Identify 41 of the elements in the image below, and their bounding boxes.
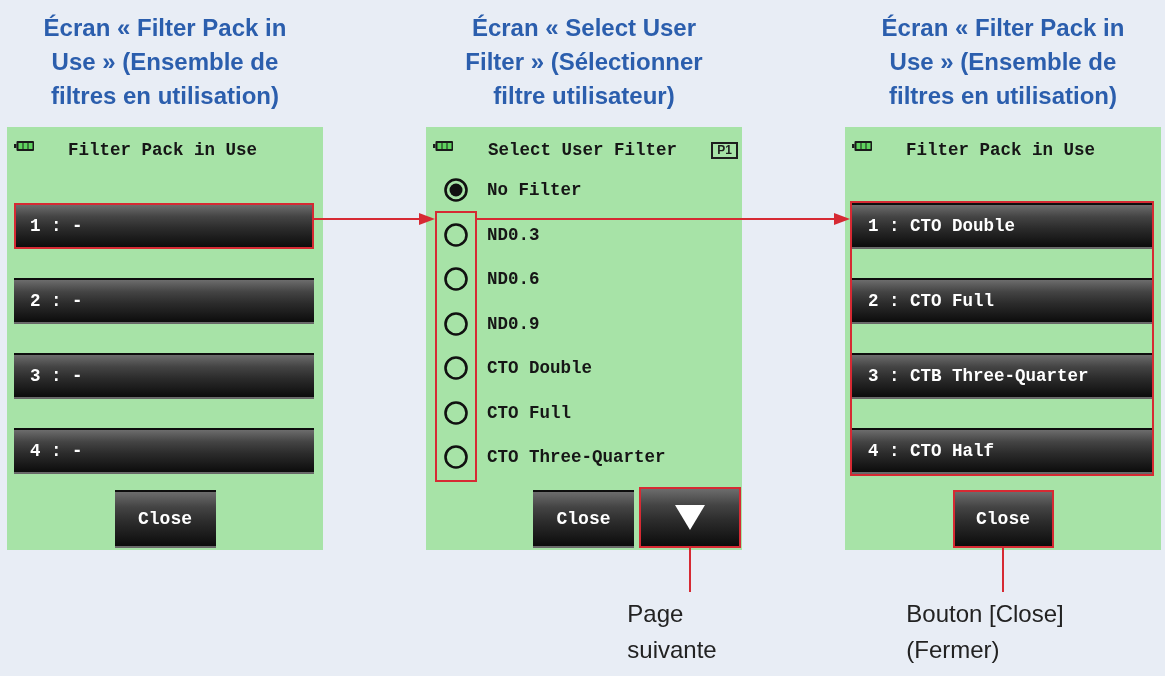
option-label[interactable]: CTO Full [487, 404, 571, 421]
option-label[interactable]: ND0.9 [487, 315, 540, 332]
filter-slot-button[interactable]: 3 : - [14, 353, 314, 399]
radio-button[interactable] [443, 444, 469, 471]
filter-slot-button[interactable]: 2 : CTO Full [852, 278, 1152, 324]
callout-text: Bouton [Close] (Fermer) [906, 599, 1064, 665]
screen-title: Select User Filter [488, 140, 678, 160]
radio-button[interactable] [443, 399, 469, 426]
down-triangle-icon [675, 505, 705, 530]
battery-icon [852, 141, 872, 151]
option-label[interactable]: No Filter [487, 182, 582, 199]
battery-icon [433, 141, 453, 151]
screen-title: Filter Pack in Use [906, 140, 1096, 160]
callout-line [689, 548, 691, 592]
screen-caption: Écran « Filter Pack in Use » (Ensemble de filtres en utilisation) [880, 13, 1126, 111]
radio-button[interactable] [443, 221, 469, 248]
close-button[interactable]: Close [952, 490, 1054, 548]
option-label[interactable]: ND0.3 [487, 226, 540, 243]
filter-slot-button[interactable]: 2 : - [14, 278, 314, 324]
page-indicator: P1 [711, 141, 738, 159]
battery-icon [14, 141, 34, 151]
radio-button[interactable] [443, 310, 469, 337]
close-button[interactable]: Close [533, 490, 634, 548]
filter-slot-button[interactable]: 3 : CTB Three-Quarter [852, 353, 1152, 399]
filter-slot-button[interactable]: 1 : CTO Double [852, 203, 1152, 249]
option-label[interactable]: CTO Three-Quarter [487, 449, 666, 466]
option-label[interactable]: ND0.6 [487, 271, 540, 288]
close-button[interactable]: Close [114, 490, 216, 548]
screen-caption: Écran « Select User Filter » (Sélectionner filtre utilisateur) [464, 13, 704, 111]
screen-title: Filter Pack in Use [68, 140, 258, 160]
radio-button[interactable] [443, 266, 469, 293]
screen-caption: Écran « Filter Pack in Use » (Ensemble de filtres en utilisation) [42, 13, 288, 111]
callout-text: Page suivante [627, 599, 717, 665]
filter-slot-button[interactable]: 4 : - [14, 428, 314, 474]
filter-slot-button[interactable]: 1 : - [14, 203, 314, 249]
radio-button[interactable] [443, 355, 469, 382]
radio-button[interactable] [443, 177, 469, 204]
next-page-button[interactable] [639, 487, 741, 548]
option-label[interactable]: CTO Double [487, 360, 593, 377]
callout-line [1002, 548, 1004, 592]
filter-slot-button[interactable]: 4 : CTO Half [852, 428, 1152, 474]
